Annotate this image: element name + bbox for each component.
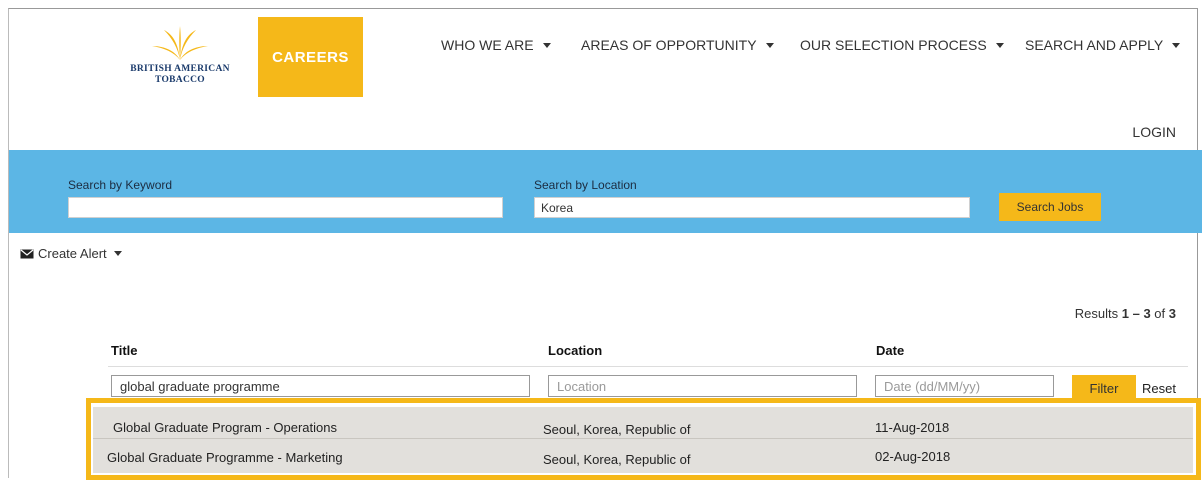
careers-logo[interactable]: CAREERS — [258, 17, 363, 97]
caret-down-icon — [995, 42, 1004, 48]
nav-who-we-are[interactable]: WHO WE ARE — [441, 37, 551, 53]
nav-our-selection-process[interactable]: OUR SELECTION PROCESS — [800, 37, 1004, 53]
highlight-box — [86, 398, 1201, 480]
keyword-input[interactable] — [68, 197, 503, 218]
create-alert-dropdown[interactable]: Create Alert — [20, 246, 122, 261]
caret-down-icon — [765, 42, 774, 48]
envelope-icon — [20, 249, 34, 258]
column-header-location[interactable]: Location — [548, 343, 602, 358]
header-divider — [108, 366, 1188, 367]
date-filter-input[interactable] — [875, 375, 1054, 397]
caret-down-icon — [1172, 42, 1181, 48]
reset-link[interactable]: Reset — [1142, 381, 1176, 396]
search-band: Search by Keyword Search by Location Sea… — [9, 150, 1202, 233]
location-input[interactable] — [534, 197, 970, 218]
keyword-label: Search by Keyword — [68, 178, 173, 192]
results-count: Results 1 – 3 of 3 — [1074, 306, 1176, 321]
leaf-logo-icon — [152, 26, 208, 60]
column-header-title[interactable]: Title — [111, 343, 138, 358]
location-label: Search by Location — [534, 178, 637, 192]
bat-logo[interactable]: British American Tobacco — [110, 20, 258, 98]
nav-areas-of-opportunity[interactable]: AREAS OF OPPORTUNITY — [581, 37, 774, 53]
column-header-date[interactable]: Date — [876, 343, 904, 358]
title-filter-input[interactable] — [111, 375, 530, 397]
logo-text: British American Tobacco — [130, 64, 230, 85]
location-filter-input[interactable] — [548, 375, 857, 397]
create-alert-label: Create Alert — [38, 246, 107, 261]
caret-down-icon — [542, 42, 551, 48]
nav-search-and-apply[interactable]: SEARCH AND APPLY — [1025, 37, 1181, 53]
login-link[interactable]: LOGIN — [1132, 124, 1176, 140]
search-jobs-button[interactable]: Search Jobs — [999, 193, 1101, 221]
caret-down-icon — [113, 251, 122, 256]
